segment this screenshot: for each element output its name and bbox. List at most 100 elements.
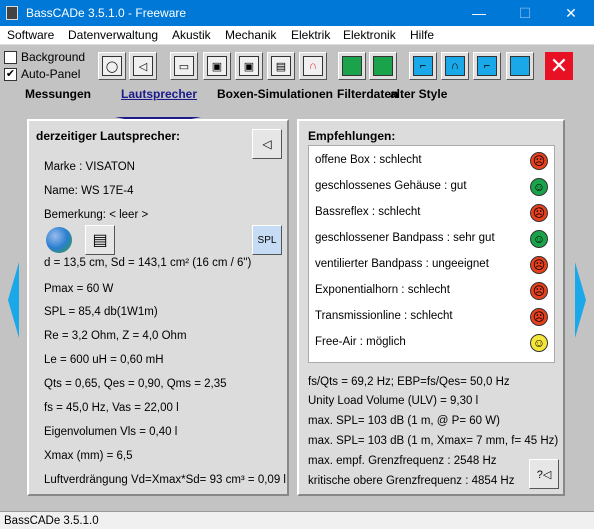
name: Name: WS 17E-4 xyxy=(44,185,134,197)
filter-button-2[interactable] xyxy=(369,52,397,80)
spl-button[interactable]: SPL xyxy=(252,225,282,255)
app-icon xyxy=(6,6,18,20)
speaker-panel-title: derzeitiger Lautsprecher: xyxy=(36,129,181,143)
bassreflex-button[interactable]: ▣ xyxy=(203,52,231,80)
background-checkbox[interactable] xyxy=(4,51,17,64)
tab-messungen[interactable]: Messungen xyxy=(25,87,91,101)
rating-good-icon: ☺ xyxy=(530,230,548,248)
highpass-icon: ⌐ xyxy=(477,56,497,76)
inductance: Le = 600 uH = 0,60 mH xyxy=(44,354,164,366)
globe-icon xyxy=(46,227,72,253)
circle-icon: ◯ xyxy=(102,56,122,76)
status-bar: BassCADe 3.5.1.0 xyxy=(0,511,594,529)
tab-lautsprecher[interactable]: Lautsprecher xyxy=(121,87,197,101)
recommendation-item: offene Box : schlecht xyxy=(315,154,422,166)
recommendations-title: Empfehlungen: xyxy=(308,129,396,143)
recommendations-list: offene Box : schlecht ☹ geschlossenes Gehä… xyxy=(308,145,555,363)
recommendation-item: Transmissionline : schlecht xyxy=(315,310,453,322)
notch-button[interactable] xyxy=(506,52,534,80)
lowpass-button[interactable]: ⌐ xyxy=(409,52,437,80)
frequency-response-button[interactable]: ∩ xyxy=(299,52,327,80)
recommendation-item: Bassreflex : schlecht xyxy=(315,206,421,218)
next-arrow[interactable] xyxy=(575,262,586,338)
bandpass-filter-button[interactable]: ∩ xyxy=(441,52,469,80)
impedance: Re = 3,2 Ohm, Z = 4,0 Ohm xyxy=(44,330,187,342)
document-icon: ▤ xyxy=(92,232,108,249)
help-speaker-icon: ?◁ xyxy=(536,468,552,481)
xmax: Xmax (mm) = 6,5 xyxy=(44,450,133,462)
vented-bandpass-icon: ▤ xyxy=(271,56,291,76)
exit-button[interactable]: ✕ xyxy=(545,52,573,80)
web-button[interactable] xyxy=(44,225,74,255)
rating-bad-icon: ☹ xyxy=(530,204,548,222)
datasheet-button[interactable]: ▤ xyxy=(85,225,115,255)
recommendation-item: Free-Air : möglich xyxy=(315,336,406,348)
info-max-spl-xmax: max. SPL= 103 dB (1 m, Xmax= 7 mm, f= 45… xyxy=(308,435,559,447)
q-values: Qts = 0,65, Qes = 0,90, Qms = 2,35 xyxy=(44,378,227,390)
pmax: Pmax = 60 W xyxy=(44,283,114,295)
background-label: Background xyxy=(21,50,86,64)
info-recommended-cutoff: max. empf. Grenzfrequenz : 2548 Hz xyxy=(308,455,497,467)
auto-panel-label: Auto-Panel xyxy=(21,67,81,81)
rating-bad-icon: ☹ xyxy=(530,256,548,274)
recommendation-item: geschlossenes Gehäuse : gut xyxy=(315,180,467,192)
menu-hilfe[interactable]: Hilfe xyxy=(410,28,434,42)
recommendation-item: Exponentialhorn : schlecht xyxy=(315,284,450,296)
menu-elektronik[interactable]: Elektronik xyxy=(343,28,396,42)
rating-bad-icon: ☹ xyxy=(530,152,548,170)
x-icon: ✕ xyxy=(549,53,569,78)
filter-square-icon xyxy=(342,56,362,76)
filter-button-1[interactable] xyxy=(338,52,366,80)
measurement-button[interactable]: ◯ xyxy=(98,52,126,80)
own-volume: Eigenvolumen Vls = 0,40 l xyxy=(44,426,178,438)
maximize-button[interactable]: ☐ xyxy=(502,0,548,26)
brand: Marke : VISATON xyxy=(44,161,135,173)
filter-trapezoid-icon xyxy=(373,56,393,76)
window-title: BassCADe 3.5.1.0 - Freeware xyxy=(26,6,187,20)
diameter: d = 13,5 cm, Sd = 143,1 cm² (16 cm / 6") xyxy=(44,257,252,269)
previous-arrow[interactable] xyxy=(8,262,19,338)
closed-box-button[interactable]: ▭ xyxy=(170,52,198,80)
speaker-panel: derzeitiger Lautsprecher: ◁ Marke : VISA… xyxy=(27,119,289,496)
speaker-select-button[interactable]: ◁ xyxy=(252,129,282,159)
rating-bad-icon: ☹ xyxy=(530,308,548,326)
minimize-button[interactable]: — xyxy=(456,0,502,26)
spl: SPL = 85,4 db(1W1m) xyxy=(44,306,158,318)
menu-datenverwaltung[interactable]: Datenverwaltung xyxy=(68,28,158,42)
closed-box-icon: ▭ xyxy=(174,56,194,76)
remark: Bemerkung: < leer > xyxy=(44,209,149,221)
info-ebp: fs/Qts = 69,2 Hz; EBP=fs/Qes= 50,0 Hz xyxy=(308,376,510,388)
recommendation-item: geschlossener Bandpass : sehr gut xyxy=(315,232,495,244)
fs-vas: fs = 45,0 Hz, Vas = 22,00 l xyxy=(44,402,179,414)
lowpass-icon: ⌐ xyxy=(413,56,433,76)
rating-bad-icon: ☹ xyxy=(530,282,548,300)
recommendation-item: ventilierter Bandpass : ungeeignet xyxy=(315,258,489,270)
info-ulv: Unity Load Volume (ULV) = 9,30 l xyxy=(308,395,479,407)
auto-panel-checkbox[interactable]: ✔ xyxy=(4,68,17,81)
help-speaker-button[interactable]: ?◁ xyxy=(529,459,559,489)
bassreflex-icon: ▣ xyxy=(207,56,227,76)
bandpass-filter-icon: ∩ xyxy=(445,56,465,76)
tab-alter-style[interactable]: alter Style xyxy=(390,87,447,101)
menu-akustik[interactable]: Akustik xyxy=(172,28,211,42)
menu-elektrik[interactable]: Elektrik xyxy=(291,28,330,42)
info-critical-cutoff: kritische obere Grenzfrequenz : 4854 Hz xyxy=(308,475,515,487)
spl-label: SPL xyxy=(257,234,277,246)
bandpass-button[interactable]: ▣ xyxy=(235,52,263,80)
curve-icon: ∩ xyxy=(303,56,323,76)
rating-neutral-icon: ☺ xyxy=(530,334,548,352)
menu-software[interactable]: Software xyxy=(7,28,54,42)
status-text: BassCADe 3.5.1.0 xyxy=(4,515,99,527)
speaker-icon: ◁ xyxy=(262,137,272,151)
displacement: Luftverdrängung Vd=Xmax*Sd= 93 cm³ = 0,0… xyxy=(44,474,286,486)
speaker-button[interactable]: ◁ xyxy=(129,52,157,80)
menu-mechanik[interactable]: Mechanik xyxy=(225,28,276,42)
info-max-spl-power: max. SPL= 103 dB (1 m, @ P= 60 W) xyxy=(308,415,500,427)
bandpass-icon: ▣ xyxy=(239,56,259,76)
rating-good-icon: ☺ xyxy=(530,178,548,196)
tab-boxen-simulationen[interactable]: Boxen-Simulationen xyxy=(217,87,333,101)
vented-bandpass-button[interactable]: ▤ xyxy=(267,52,295,80)
highpass-button[interactable]: ⌐ xyxy=(473,52,501,80)
speaker-icon: ◁ xyxy=(133,56,153,76)
close-button[interactable]: ✕ xyxy=(548,0,594,26)
